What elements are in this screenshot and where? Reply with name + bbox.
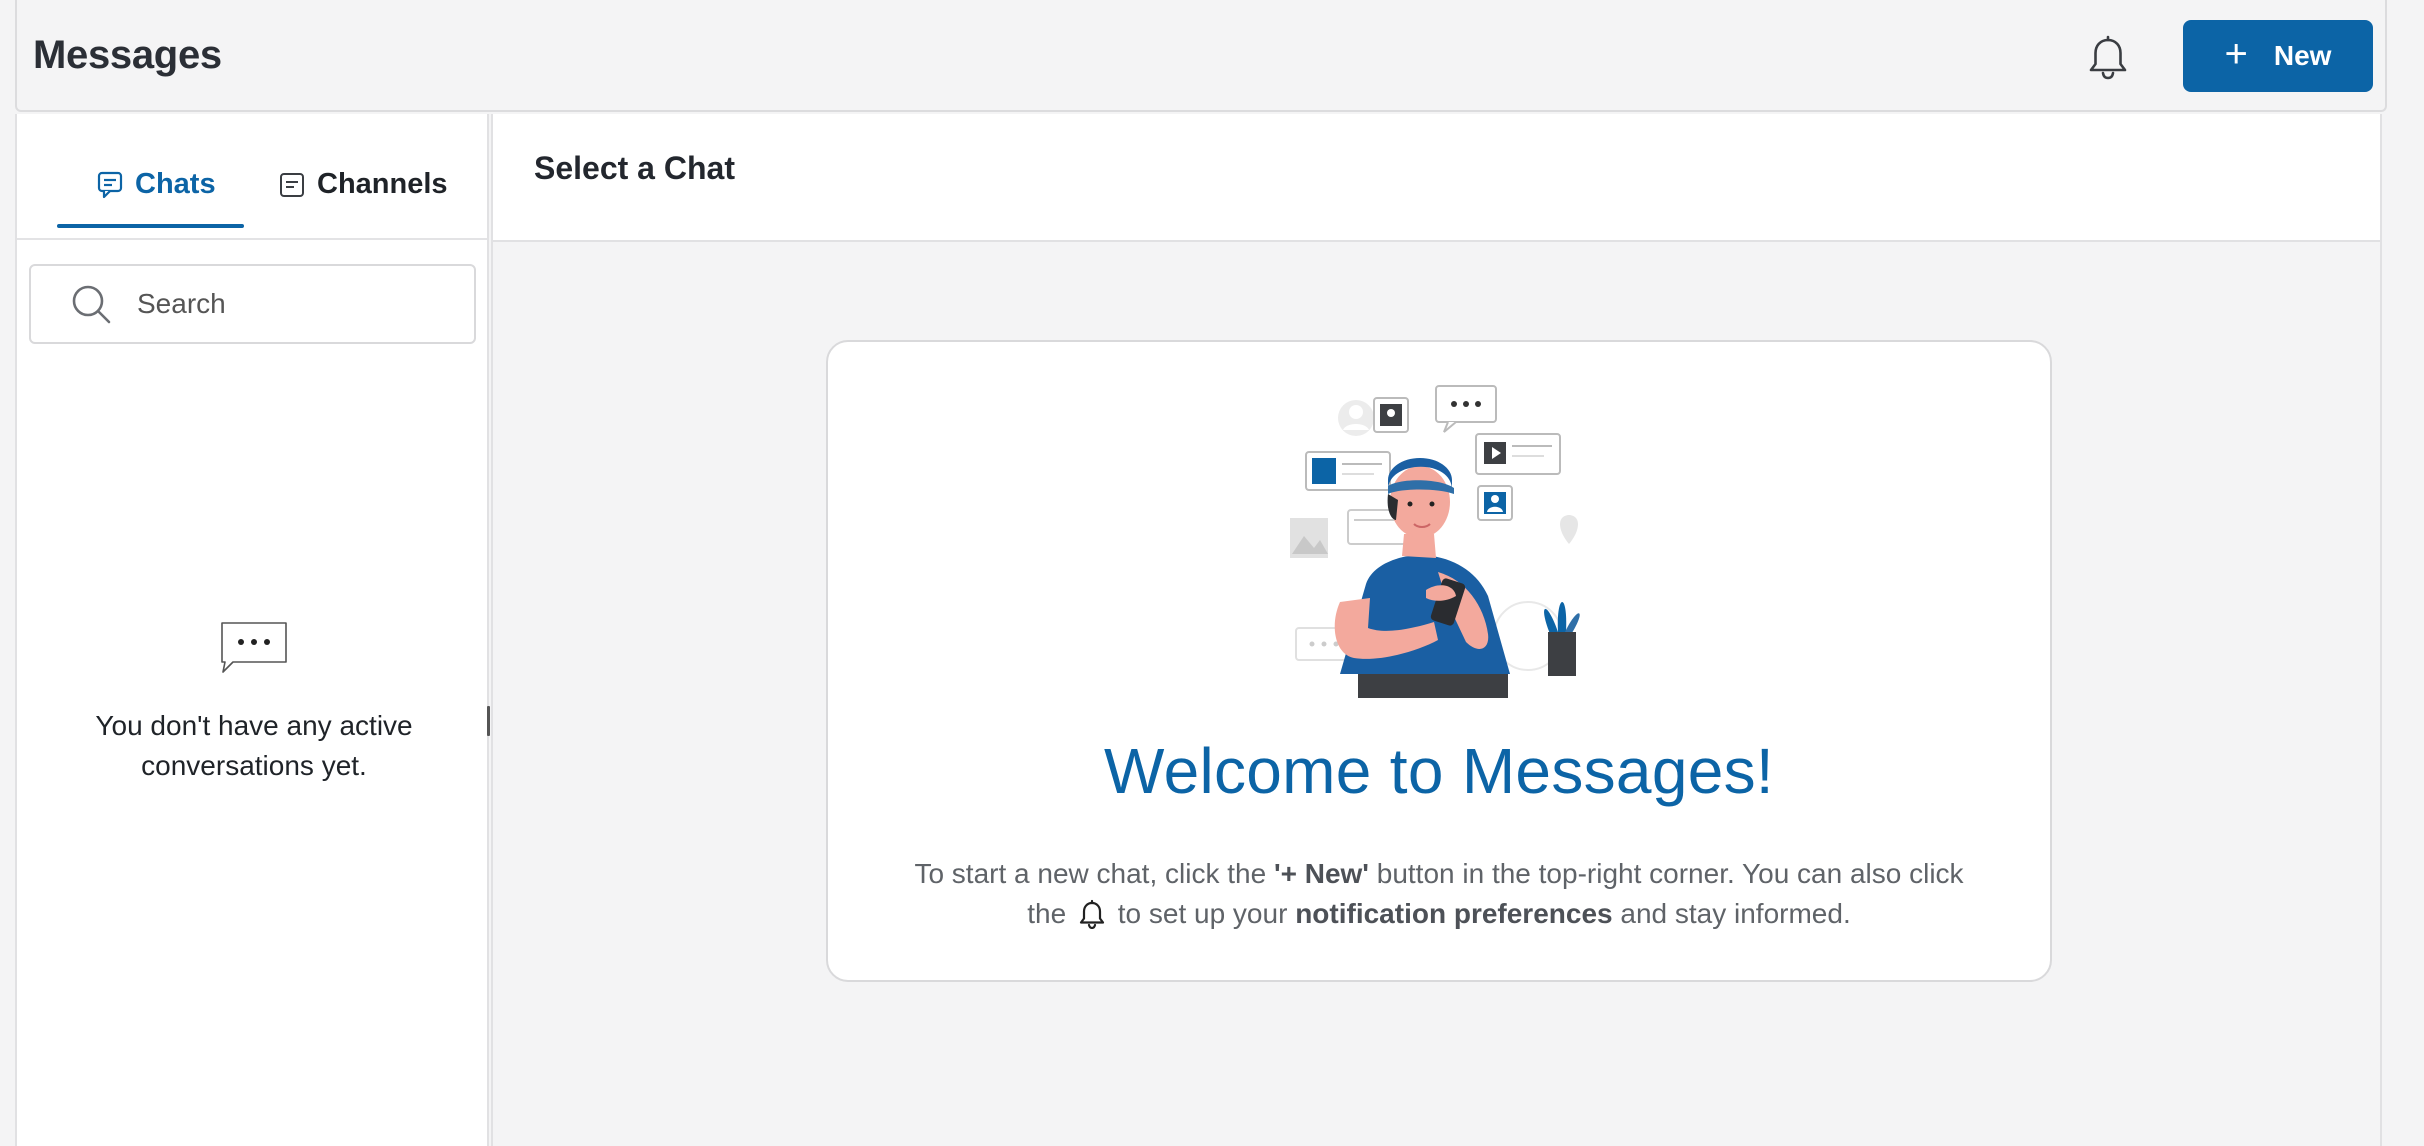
- messages-app: Messages + New Chats Channels Search You…: [0, 0, 2424, 1146]
- bell-icon: [1079, 899, 1105, 929]
- active-tab-indicator: [57, 224, 244, 228]
- welcome-text-segment: the: [1027, 898, 1074, 929]
- tab-chats[interactable]: Chats: [97, 168, 216, 201]
- tab-chats-label: Chats: [135, 168, 216, 200]
- empty-conversations: You don't have any active conversations …: [17, 620, 491, 786]
- welcome-card: Welcome to Messages! To start a new chat…: [826, 340, 2052, 982]
- new-chat-button[interactable]: + New: [2183, 20, 2373, 92]
- bell-icon: [2089, 35, 2127, 80]
- welcome-new-reference: '+ New': [1273, 858, 1369, 889]
- new-chat-button-label: New: [2273, 40, 2332, 71]
- welcome-description: To start a new chat, click the '+ New' b…: [888, 854, 1990, 934]
- welcome-heading: Welcome to Messages!: [1104, 735, 1774, 807]
- page-title: Messages: [33, 32, 222, 77]
- welcome-text-segment: To start a new chat, click the: [914, 858, 1274, 889]
- header-actions: + New: [2073, 0, 2385, 110]
- chat-main-panel: Select a Chat Welcome to Messages! To st…: [491, 114, 2382, 1146]
- chat-title: Select a Chat: [534, 149, 735, 186]
- search-input[interactable]: [137, 288, 437, 320]
- welcome-text-segment: button in the top-right corner. You can …: [1368, 858, 1964, 889]
- welcome-text-segment: and stay informed.: [1612, 898, 1851, 929]
- tab-channels-label: Channels: [317, 168, 448, 200]
- search-icon: [72, 285, 111, 324]
- search-box[interactable]: [29, 264, 476, 344]
- sidebar-tabs: Chats Channels: [17, 114, 487, 240]
- channel-icon: [280, 172, 304, 197]
- notification-bell-button[interactable]: [2073, 23, 2143, 93]
- messaging-illustration: [1290, 385, 1580, 698]
- chat-bubble-icon: [97, 171, 123, 198]
- speech-bubble-dots-icon: [221, 622, 287, 673]
- empty-state-text: You don't have any active conversations …: [95, 710, 413, 781]
- welcome-notification-reference: notification preferences: [1295, 898, 1613, 929]
- chat-sidebar: Chats Channels Search You don't have any…: [15, 114, 489, 1146]
- chat-header: Select a Chat: [493, 114, 2380, 242]
- plus-icon: +: [2224, 32, 2248, 76]
- tab-channels[interactable]: Channels: [279, 168, 448, 201]
- welcome-text-segment: to set up your: [1109, 898, 1296, 929]
- top-header: Messages + New: [15, 0, 2387, 112]
